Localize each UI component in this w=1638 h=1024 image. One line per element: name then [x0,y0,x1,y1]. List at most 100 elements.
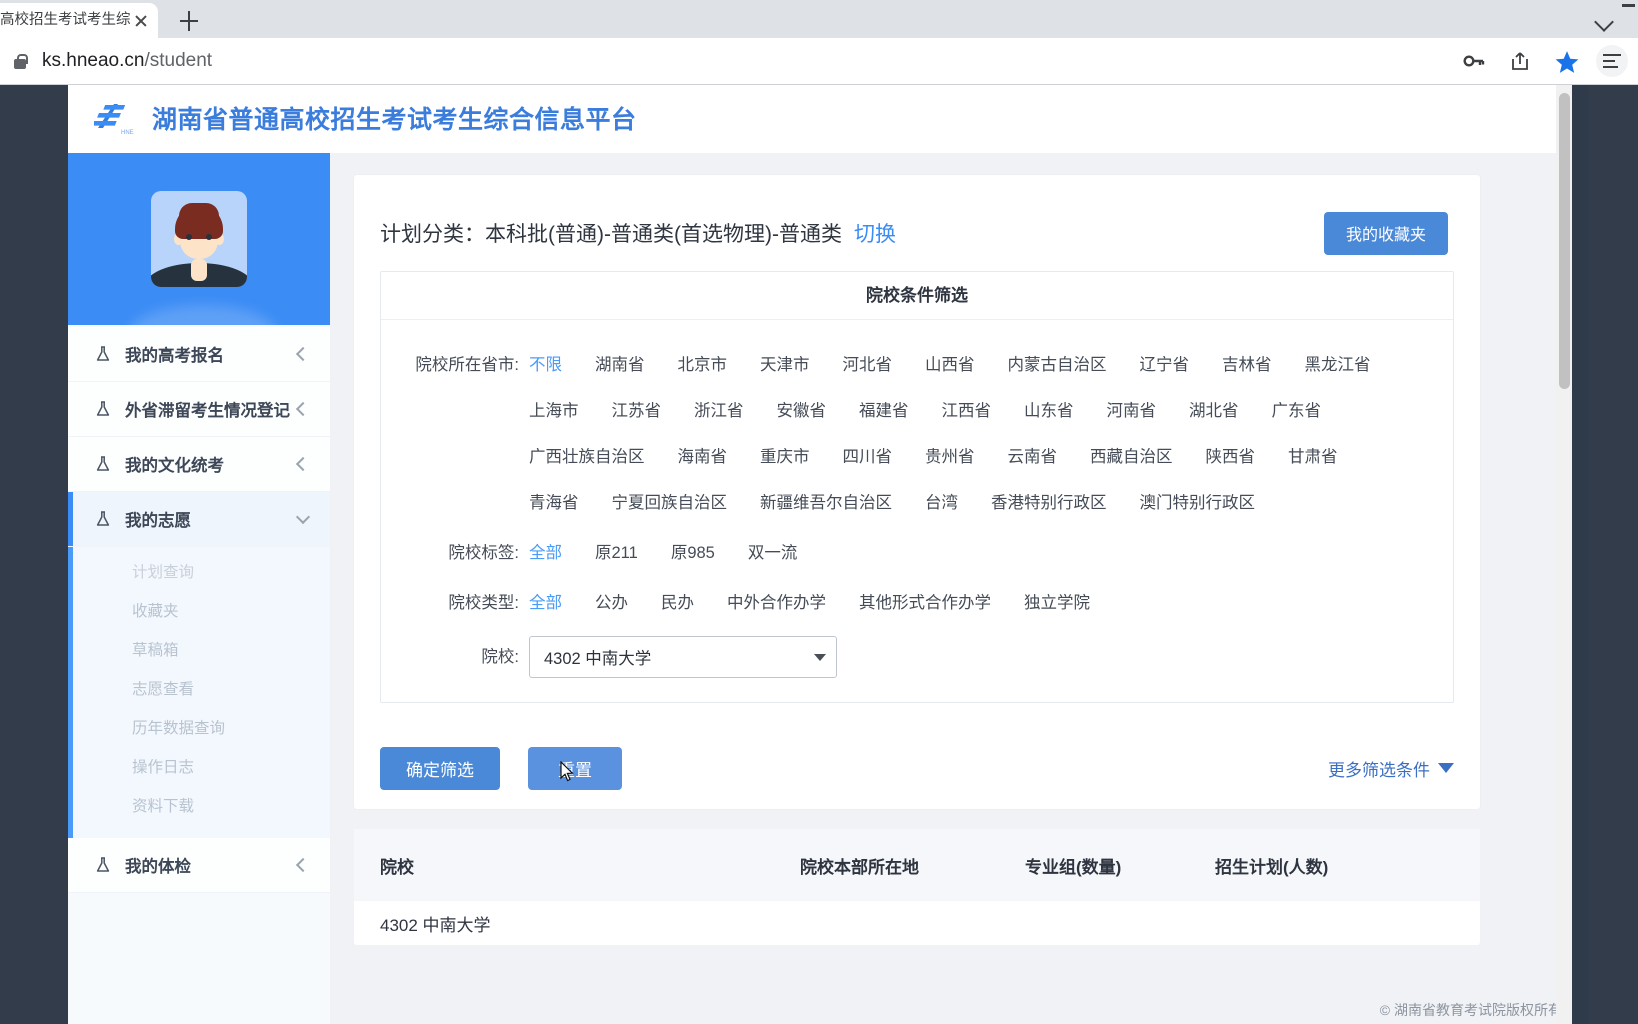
province-option[interactable]: 陕西省 [1206,434,1256,480]
province-option[interactable]: 青海省 [529,480,579,526]
type-option[interactable]: 公办 [595,580,628,626]
province-option[interactable]: 西藏自治区 [1090,434,1173,480]
brand: HNE 湖南省普通高校招生考试考生综合信息平台 [90,98,637,138]
province-option[interactable]: 福建省 [859,388,909,434]
province-option[interactable]: 澳门特别行政区 [1140,480,1256,526]
filter-row-province: 院校所在省市: 不限 湖南省 北京市 天津市 河北省 山西省 内蒙古自治区 辽宁省 吉林省 黑龙江… [381,342,1453,526]
sidebar-item-label: 外省滞留考生情况登记 [125,402,290,420]
province-option[interactable]: 四川省 [843,434,893,480]
type-option[interactable]: 独立学院 [1024,580,1090,626]
province-option[interactable]: 山东省 [1024,388,1074,434]
type-option[interactable]: 民办 [661,580,694,626]
lock-icon [10,50,30,72]
type-option[interactable]: 其他形式合作办学 [859,580,991,626]
plus-icon[interactable] [175,7,203,35]
province-option[interactable]: 上海市 [529,388,579,434]
table-cell-school: 4302 中南大学 [380,915,491,935]
page-left-margin [0,85,68,1024]
avatar [151,191,247,287]
province-option[interactable]: 江苏省 [612,388,662,434]
plan-switch-link[interactable]: 切换 [854,223,896,246]
sidebar-subitem-history-data[interactable]: 历年数据查询 [68,707,330,746]
filter-panel-title: 院校条件筛选 [381,272,1453,320]
url-host: ks.hneao.cn [42,50,145,71]
share-icon[interactable] [1504,45,1536,77]
type-option[interactable]: 全部 [529,580,562,626]
province-option[interactable]: 河北省 [843,342,893,388]
sidebar-item-medical-exam[interactable]: 我的体检 [68,838,330,893]
province-option[interactable]: 江西省 [942,388,992,434]
province-option[interactable]: 吉林省 [1222,342,1272,388]
province-option[interactable]: 山西省 [925,342,975,388]
province-option[interactable]: 甘肃省 [1288,434,1338,480]
chevron-left-icon [295,456,311,472]
province-option[interactable]: 台湾 [925,480,958,526]
province-option[interactable]: 云南省 [1008,434,1058,480]
sidebar-subitem-plan-query[interactable]: 计划查询 [68,551,330,590]
my-favorites-button[interactable]: 我的收藏夹 [1323,211,1448,255]
province-option[interactable]: 北京市 [678,342,728,388]
tag-option[interactable]: 双一流 [748,530,798,576]
key-icon[interactable] [1458,45,1490,77]
browser-tab[interactable]: 高校招生考试考生综合 [0,3,158,38]
province-option[interactable]: 安徽省 [777,388,827,434]
close-icon[interactable] [130,10,152,32]
tag-option[interactable]: 原985 [671,530,715,576]
reset-button[interactable]: 重置 [528,746,622,790]
menu-icon[interactable] [1596,45,1628,77]
results-table: 院校 院校本部所在地 专业组(数量) 招生计划(人数) 4302 中南大学 [354,829,1480,945]
sidebar-subitem-aspiration-view[interactable]: 志愿查看 [68,668,330,707]
province-option[interactable]: 黑龙江省 [1305,342,1371,388]
sidebar-subitem-downloads[interactable]: 资料下载 [68,785,330,824]
province-option[interactable]: 内蒙古自治区 [1008,342,1107,388]
province-option[interactable]: 宁夏回族自治区 [612,480,728,526]
province-option[interactable]: 贵州省 [925,434,975,480]
sidebar-subitem-favorites[interactable]: 收藏夹 [68,590,330,629]
web-page: HNE 湖南省普通高校招生考试考生综合信息平台 我的高考报名 外省滞留考生情况登… [68,85,1572,1024]
province-option[interactable]: 重庆市 [760,434,810,480]
sidebar-item-culture-exam[interactable]: 我的文化统考 [68,437,330,492]
more-filters-link[interactable]: 更多筛选条件 [1328,756,1454,781]
tag-option[interactable]: 原211 [595,530,638,576]
minimize-icon[interactable] [1622,0,1636,14]
page-scrollbar[interactable] [1556,85,1572,1024]
star-icon[interactable] [1550,45,1582,77]
filter-panel: 院校条件筛选 院校所在省市: 不限 湖南省 北京市 天津市 河北省 山西省 内蒙古自治区 辽宁… [380,271,1454,703]
province-option[interactable]: 湖南省 [595,342,645,388]
confirm-filter-button[interactable]: 确定筛选 [380,746,500,790]
scrollbar-thumb[interactable] [1559,93,1570,389]
url-text: ks.hneao.cn/student [42,50,212,72]
filter-label-tag: 院校标签: [448,544,519,562]
province-option[interactable]: 辽宁省 [1140,342,1190,388]
province-option[interactable]: 海南省 [678,434,728,480]
main-content: 计划分类：本科批(普通)-普通类(首选物理)-普通类 切换 我的收藏夹 院校条件筛… [330,153,1572,1024]
sidebar-item-out-province-registration[interactable]: 外省滞留考生情况登记 [68,382,330,437]
table-row[interactable]: 4302 中南大学 [354,901,1480,945]
address-bar[interactable]: ks.hneao.cn/student [0,38,1638,84]
filter-row-school: 院校: 4302 中南大学 [381,634,1453,680]
school-select[interactable]: 4302 中南大学 [529,636,837,678]
plan-label: 计划分类： [380,223,485,246]
sidebar-subitem-operation-log[interactable]: 操作日志 [68,746,330,785]
chevron-down-icon [295,509,311,524]
avatar-eye-right [206,234,212,240]
province-option[interactable]: 浙江省 [694,388,744,434]
province-option[interactable]: 香港特别行政区 [991,480,1107,526]
province-option[interactable]: 广东省 [1272,388,1322,434]
sidebar-subitem-drafts[interactable]: 草稿箱 [68,629,330,668]
province-option[interactable]: 湖北省 [1189,388,1239,434]
sidebar-item-gaokao-registration[interactable]: 我的高考报名 [68,327,330,382]
filter-label-province: 院校所在省市: [415,356,519,374]
type-option[interactable]: 中外合作办学 [727,580,826,626]
table-header-location: 院校本部所在地 [800,857,919,877]
province-option[interactable]: 天津市 [760,342,810,388]
chevron-down-icon[interactable] [1592,6,1618,32]
toolbar-icons [1458,38,1632,84]
province-option[interactable]: 广西壮族自治区 [529,434,645,480]
tag-option[interactable]: 全部 [529,530,562,576]
sidebar-item-label: 我的志愿 [125,512,191,530]
province-option[interactable]: 河南省 [1107,388,1157,434]
province-option[interactable]: 不限 [529,342,562,388]
province-option[interactable]: 新疆维吾尔自治区 [760,480,892,526]
sidebar-item-my-aspiration[interactable]: 我的志愿 [68,492,330,547]
